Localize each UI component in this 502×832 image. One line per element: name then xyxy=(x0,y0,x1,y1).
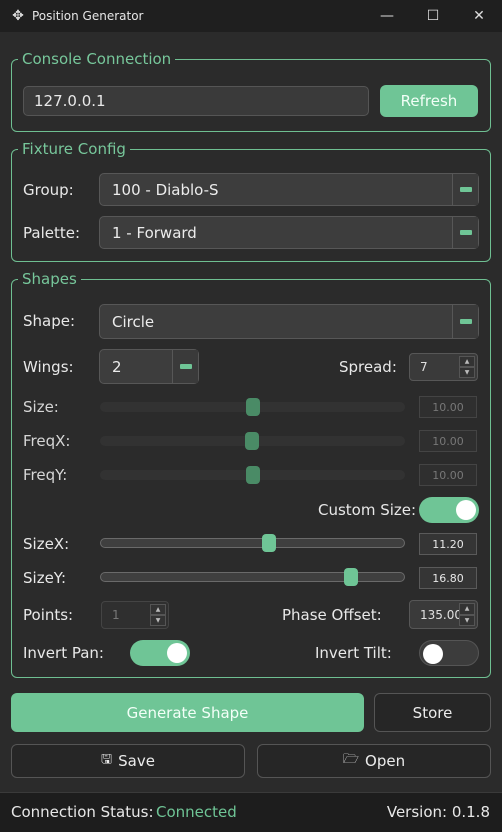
freqy-value: 10.00 xyxy=(419,464,477,486)
dropdown-arrow-icon[interactable] xyxy=(452,305,478,338)
ip-address-input[interactable]: 127.0.0.1 xyxy=(23,86,369,116)
title-bar: ✥ Position Generator — ☐ ✕ xyxy=(0,0,502,32)
spread-value: 7 xyxy=(420,360,428,374)
freqx-label: FreqX: xyxy=(23,432,71,450)
sizey-value: 16.80 xyxy=(419,567,477,589)
console-connection-legend: Console Connection xyxy=(22,50,172,68)
spin-up-icon[interactable]: ▲ xyxy=(150,604,166,615)
freqx-slider-handle[interactable] xyxy=(245,432,259,450)
status-bar: Connection Status: Connected Version: 0.… xyxy=(0,792,502,832)
phase-offset-spinbox[interactable]: 135.00 ▲ ▼ xyxy=(409,600,478,629)
points-label: Points: xyxy=(23,606,74,624)
shape-label: Shape: xyxy=(23,312,76,330)
spin-down-icon[interactable]: ▼ xyxy=(459,614,475,626)
invert-pan-label: Invert Pan: xyxy=(23,644,104,662)
size-slider-handle[interactable] xyxy=(246,398,260,416)
minimize-icon: — xyxy=(380,8,394,24)
generate-shape-button[interactable]: Generate Shape xyxy=(11,693,364,732)
dropdown-arrow-icon[interactable] xyxy=(452,217,478,248)
size-slider[interactable] xyxy=(100,398,405,416)
freqy-slider-handle[interactable] xyxy=(246,466,260,484)
store-button[interactable]: Store xyxy=(374,693,491,732)
fixture-config-legend: Fixture Config xyxy=(22,140,126,158)
sizey-slider-handle[interactable] xyxy=(344,568,358,586)
shapes-legend: Shapes xyxy=(22,270,77,288)
maximize-button[interactable]: ☐ xyxy=(410,0,456,32)
shape-select-value: Circle xyxy=(112,312,155,331)
palette-select-value: 1 - Forward xyxy=(112,223,197,242)
palette-label: Palette: xyxy=(23,224,81,242)
group-label: Group: xyxy=(23,181,74,199)
freqy-label: FreqY: xyxy=(23,466,68,484)
close-icon: ✕ xyxy=(473,8,485,24)
sizey-slider[interactable] xyxy=(100,568,405,586)
points-value: 1 xyxy=(112,608,120,622)
palette-select[interactable]: 1 - Forward xyxy=(99,216,479,249)
phase-offset-label: Phase Offset: xyxy=(282,606,382,624)
save-icon: 🖫 xyxy=(101,752,113,767)
invert-tilt-toggle[interactable] xyxy=(419,640,479,666)
open-button[interactable]: 🗁 Open xyxy=(257,744,491,778)
sizex-slider[interactable] xyxy=(100,534,405,552)
maximize-icon: ☐ xyxy=(426,8,440,24)
spread-label: Spread: xyxy=(339,358,397,376)
connection-status-value: Connected xyxy=(156,803,237,821)
wings-label: Wings: xyxy=(23,358,74,376)
wings-select-value: 2 xyxy=(112,357,122,376)
wings-select[interactable]: 2 xyxy=(99,349,199,384)
open-label: Open xyxy=(365,752,406,770)
invert-pan-toggle[interactable] xyxy=(130,640,190,666)
freqy-slider[interactable] xyxy=(100,466,405,484)
spin-down-icon[interactable]: ▼ xyxy=(150,615,166,626)
custom-size-label: Custom Size: xyxy=(318,501,417,519)
spread-spinbox[interactable]: 7 ▲ ▼ xyxy=(409,353,478,381)
sizex-slider-handle[interactable] xyxy=(262,534,276,552)
connection-status-label: Connection Status: xyxy=(11,803,154,821)
phase-offset-value: 135.00 xyxy=(420,607,462,622)
size-label: Size: xyxy=(23,398,59,416)
save-button[interactable]: 🖫 Save xyxy=(11,744,245,778)
shape-select[interactable]: Circle xyxy=(99,304,479,339)
spin-down-icon[interactable]: ▼ xyxy=(459,367,475,378)
freqx-slider[interactable] xyxy=(100,432,405,450)
folder-open-icon: 🗁 xyxy=(342,752,360,767)
group-select-value: 100 - Diablo-S xyxy=(112,180,219,199)
minimize-button[interactable]: — xyxy=(364,0,410,32)
sizex-value: 11.20 xyxy=(419,533,477,555)
sizex-label: SizeX: xyxy=(23,535,70,553)
refresh-button[interactable]: Refresh xyxy=(380,85,478,117)
custom-size-toggle[interactable] xyxy=(419,497,479,523)
invert-tilt-label: Invert Tilt: xyxy=(315,644,392,662)
move-icon: ✥ xyxy=(12,8,24,24)
save-label: Save xyxy=(118,752,155,770)
sizey-label: SizeY: xyxy=(23,569,67,587)
spin-up-icon[interactable]: ▲ xyxy=(459,603,475,615)
group-select[interactable]: 100 - Diablo-S xyxy=(99,173,479,206)
points-spinbox[interactable]: 1 ▲ ▼ xyxy=(101,601,169,629)
window-title: Position Generator xyxy=(32,9,144,23)
version-text: Version: 0.1.8 xyxy=(386,803,490,821)
freqx-value: 10.00 xyxy=(419,430,477,452)
dropdown-arrow-icon[interactable] xyxy=(452,174,478,205)
spin-up-icon[interactable]: ▲ xyxy=(459,356,475,367)
close-button[interactable]: ✕ xyxy=(456,0,502,32)
dropdown-arrow-icon[interactable] xyxy=(172,350,198,383)
size-value: 10.00 xyxy=(419,396,477,418)
